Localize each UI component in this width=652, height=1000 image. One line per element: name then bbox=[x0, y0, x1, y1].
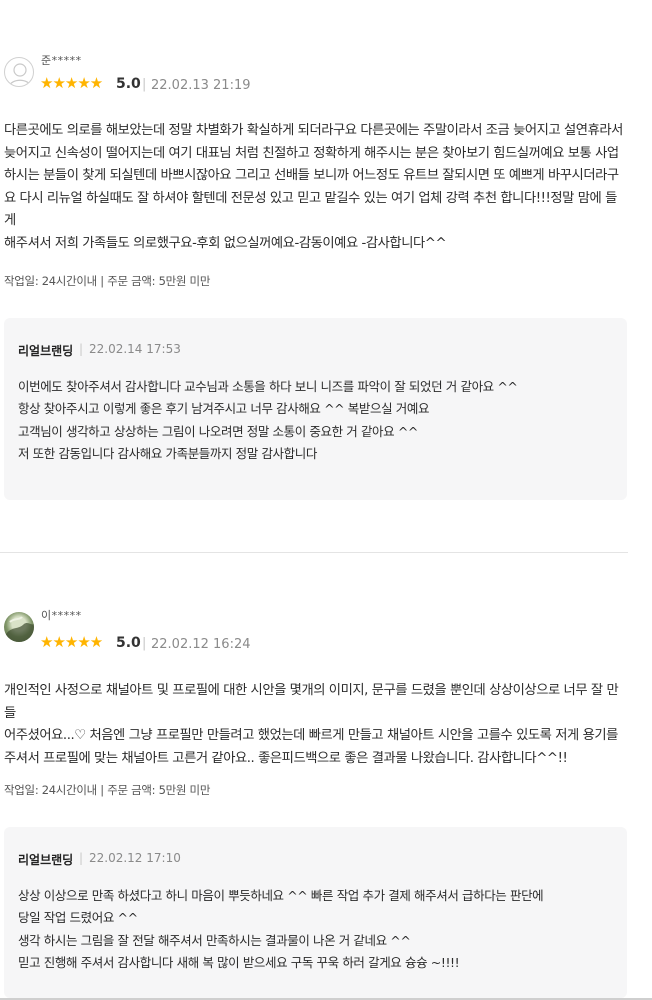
reply-date: 22.02.12 17:10 bbox=[89, 851, 181, 865]
seller-reply: 리얼브랜딩 | 22.02.14 17:53 이번에도 찾아주셔서 감사합니다 … bbox=[4, 318, 627, 500]
default-avatar-icon bbox=[4, 57, 34, 87]
profile-photo-avatar bbox=[4, 612, 34, 642]
rating-score: 5.0 bbox=[116, 635, 141, 651]
seller-reply: 리얼브랜딩 | 22.02.12 17:10 상상 이상으로 만족 하셨다고 하… bbox=[4, 827, 627, 998]
review-divider bbox=[0, 552, 628, 553]
reply-author: 리얼브랜딩 bbox=[18, 344, 74, 358]
separator: | bbox=[79, 851, 84, 865]
review-date: 22.02.13 21:19 bbox=[151, 78, 251, 93]
star-rating-icon: ★★★★★ bbox=[40, 633, 103, 651]
review-date: 22.02.12 16:24 bbox=[151, 637, 251, 652]
order-meta: 작업일: 24시간이내 | 주문 금액: 5만원 미만 bbox=[4, 783, 211, 797]
star-rating-icon: ★★★★★ bbox=[40, 74, 103, 92]
review-body: 다른곳에도 의로를 해보았는데 정말 차별화가 확실하게 되더라구요 다른곳에는… bbox=[4, 123, 623, 251]
order-meta: 작업일: 24시간이내 | 주문 금액: 5만원 미만 bbox=[4, 274, 211, 288]
separator: | bbox=[142, 636, 147, 651]
reply-body: 상상 이상으로 만족 하셨다고 하니 마음이 뿌듯하네요 ^^ 빠른 작업 추가… bbox=[18, 888, 544, 971]
reply-author: 리얼브랜딩 bbox=[18, 853, 74, 867]
separator: | bbox=[79, 342, 84, 356]
reply-date: 22.02.14 17:53 bbox=[89, 342, 181, 356]
reply-body: 이번에도 찾아주셔서 감사합니다 교수님과 소통을 하다 보니 니즈를 파악이 … bbox=[18, 379, 518, 462]
separator: | bbox=[142, 77, 147, 92]
rating-score: 5.0 bbox=[116, 76, 141, 92]
reviewer-name: 준***** bbox=[41, 54, 82, 67]
reviewer-name: 이***** bbox=[41, 609, 82, 622]
review-body: 개인적인 사정으로 채널아트 및 프로필에 대한 시안을 몇개의 이미지, 문구… bbox=[4, 683, 619, 766]
